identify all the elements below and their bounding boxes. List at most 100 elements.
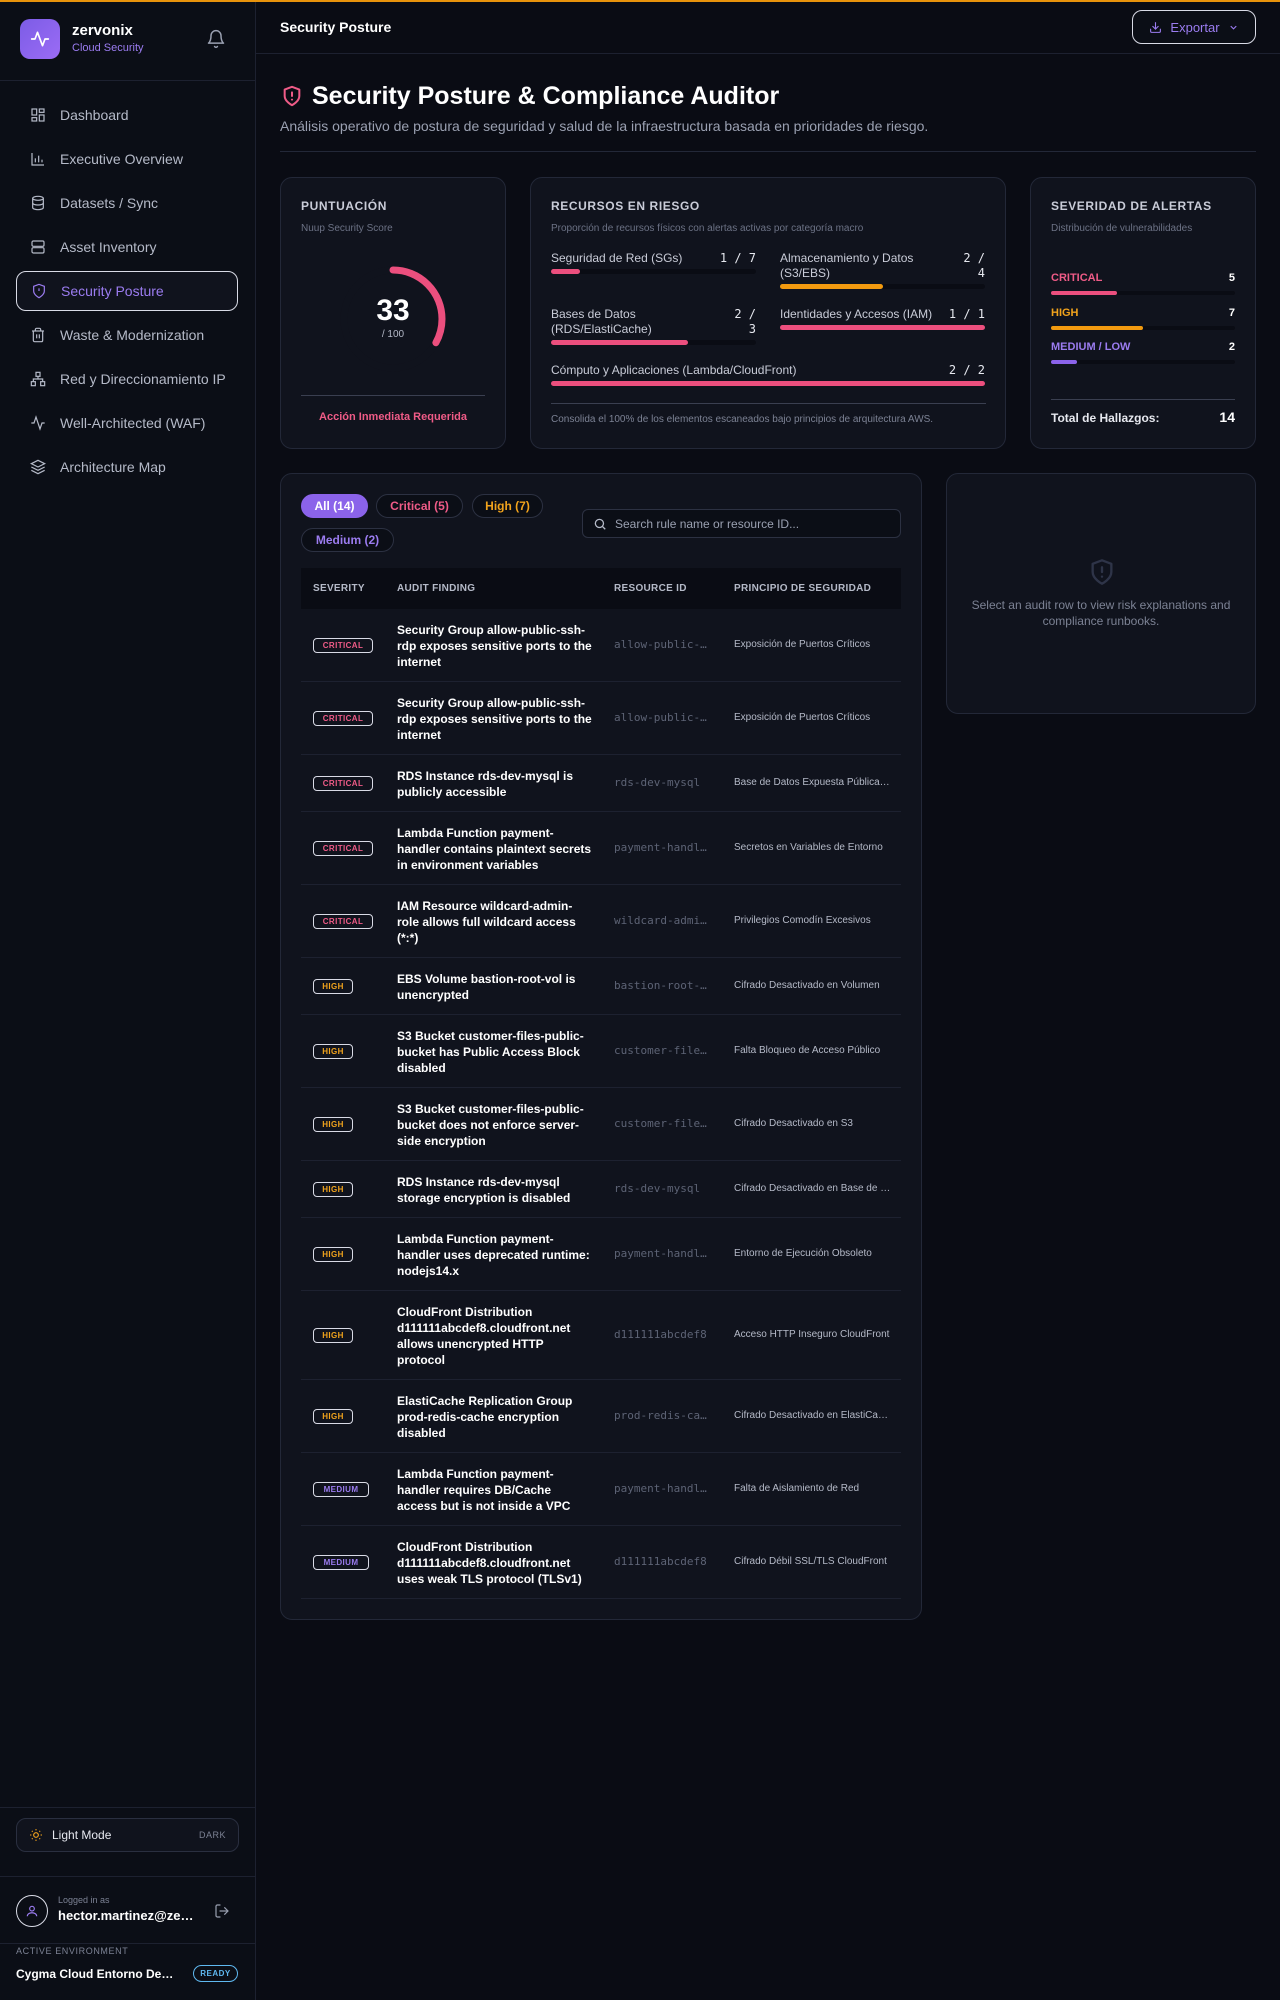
security-principle: Privilegios Comodín Excesivos [734, 915, 871, 926]
score-max: / 100 [381, 329, 405, 340]
logged-in-label: Logged in as [58, 1895, 110, 1905]
security-principle: Cifrado Desactivado en S3 [734, 1118, 853, 1129]
table-row[interactable]: CRITICAL Security Group allow-public-ssh-… [301, 609, 901, 682]
sidebar: zervonix Cloud Security Dashboard Execut… [0, 0, 256, 2000]
resource-id: allow-public-ssh-rdp [614, 638, 709, 651]
layers-icon [30, 459, 46, 475]
findings-table: SEVERITY AUDIT FINDING RESOURCE ID PRINC… [301, 568, 901, 1599]
column-header-audit-finding[interactable]: AUDIT FINDING [397, 583, 475, 594]
audit-finding-text: Security Group allow-public-ssh-rdp expo… [397, 696, 592, 742]
table-row[interactable]: HIGH ElastiCache Replication Group prod-r… [301, 1380, 901, 1453]
resource-label: Cómputo y Aplicaciones (Lambda/CloudFron… [551, 363, 797, 377]
audit-finding-text: Lambda Function payment-handler contains… [397, 826, 592, 872]
severity-row-medium: MEDIUM / LOW 2 [1051, 341, 1235, 364]
table-row[interactable]: CRITICAL Security Group allow-public-ssh-… [301, 682, 901, 755]
sidebar-item-architecture-map[interactable]: Architecture Map [16, 447, 238, 487]
filter-chip-critical[interactable]: Critical (5) [376, 494, 463, 518]
table-body: CRITICAL Security Group allow-public-ssh-… [301, 609, 901, 1599]
resource-item-storage: Almacenamiento y Datos (S3/EBS) 2 / 4 [780, 251, 985, 291]
search-box[interactable] [582, 509, 901, 538]
table-header: SEVERITY AUDIT FINDING RESOURCE ID PRINC… [301, 568, 901, 609]
sidebar-item-label: Executive Overview [60, 151, 183, 167]
severity-bar [1051, 291, 1235, 295]
severity-badge: CRITICAL [313, 841, 373, 856]
notifications-bell-icon[interactable] [206, 29, 226, 49]
severity-badge: CRITICAL [313, 711, 373, 726]
resource-id: payment-handler [614, 841, 709, 854]
resource-label: Seguridad de Red (SGs) [551, 251, 683, 265]
severity-badge: MEDIUM [313, 1555, 369, 1570]
table-row[interactable]: HIGH Lambda Function payment-handler uses… [301, 1218, 901, 1291]
search-input[interactable] [615, 516, 885, 531]
avatar[interactable] [16, 1895, 48, 1927]
score-card-subtitle: Nuup Security Score [301, 223, 393, 234]
column-header-resource-id[interactable]: RESOURCE ID [614, 583, 687, 594]
table-row[interactable]: CRITICAL Lambda Function payment-handler … [301, 812, 901, 885]
sidebar-item-label: Red y Direccionamiento IP [60, 371, 226, 387]
score-card: PUNTUACIÓN Nuup Security Score 33 / 100 … [280, 177, 506, 449]
sidebar-item-security-posture[interactable]: Security Posture [16, 271, 238, 311]
audit-finding-text: Lambda Function payment-handler uses dep… [397, 1232, 590, 1278]
sidebar-item-executive-overview[interactable]: Executive Overview [16, 139, 238, 179]
resource-bar-fill [551, 381, 985, 386]
table-row[interactable]: HIGH S3 Bucket customer-files-public-buck… [301, 1015, 901, 1088]
sidebar-item-datasets-sync[interactable]: Datasets / Sync [16, 183, 238, 223]
audit-finding-text: RDS Instance rds-dev-mysql is publicly a… [397, 769, 574, 799]
theme-toggle[interactable]: Light Mode DARK [16, 1818, 239, 1852]
sidebar-item-red-ip[interactable]: Red y Direccionamiento IP [16, 359, 238, 399]
sidebar-item-asset-inventory[interactable]: Asset Inventory [16, 227, 238, 267]
sidebar-item-well-architected[interactable]: Well-Architected (WAF) [16, 403, 238, 443]
filter-chip-high[interactable]: High (7) [472, 494, 543, 518]
filter-chip-all[interactable]: All (14) [301, 494, 368, 518]
trash-icon [32, 327, 44, 343]
audit-finding-text: CloudFront Distribution d111111abcdef8.c… [397, 1540, 582, 1586]
top-accent-line [0, 0, 1280, 2]
table-row[interactable]: CRITICAL RDS Instance rds-dev-mysql is pu… [301, 755, 901, 812]
export-button[interactable]: Exportar [1132, 10, 1256, 44]
severity-label: CRITICAL [1051, 272, 1103, 284]
table-row[interactable]: HIGH CloudFront Distribution d111111abcde… [301, 1291, 901, 1380]
resource-count: 2 / 3 [734, 307, 756, 336]
download-icon [1150, 21, 1162, 33]
table-row[interactable]: HIGH S3 Bucket customer-files-public-buck… [301, 1088, 901, 1161]
audit-finding-text: IAM Resource wildcard-admin-role allows … [397, 899, 576, 945]
shield-alert-icon [281, 84, 303, 108]
resource-bar [780, 284, 985, 289]
resource-id: d111111abcdef8 [614, 1555, 707, 1568]
score-value: 33 [376, 294, 410, 327]
export-label: Exportar [1170, 19, 1220, 35]
resource-id: allow-public-ssh-rdp [614, 711, 709, 724]
severity-badge: HIGH [313, 1328, 353, 1343]
user-info: Logged in as hector.martinez@zervonix.co… [0, 1876, 256, 1944]
top-header: Security Posture Exportar [256, 2, 1280, 54]
severity-label: MEDIUM / LOW [1051, 341, 1131, 353]
filter-chip-medium[interactable]: Medium (2) [301, 528, 394, 552]
audit-finding-text: Security Group allow-public-ssh-rdp expo… [397, 623, 592, 669]
audit-finding-text: Lambda Function payment-handler requires… [397, 1467, 571, 1513]
security-principle: Cifrado Débil SSL/TLS CloudFront [734, 1556, 887, 1567]
sidebar-item-waste-modernization[interactable]: Waste & Modernization [16, 315, 238, 355]
resource-id: payment-handler [614, 1482, 709, 1495]
resource-bar-fill [551, 340, 688, 345]
column-header-principle[interactable]: PRINCIPIO DE SEGURIDAD [734, 583, 871, 594]
security-principle: Falta de Aislamiento de Red [734, 1483, 860, 1494]
table-row[interactable]: MEDIUM CloudFront Distribution d111111abc… [301, 1526, 901, 1599]
severity-bar-fill [1051, 291, 1117, 295]
resource-bar-fill [780, 284, 883, 289]
resource-bar [551, 269, 756, 274]
table-row[interactable]: MEDIUM Lambda Function payment-handler re… [301, 1453, 901, 1526]
database-icon [32, 195, 44, 211]
logout-icon[interactable] [214, 1903, 230, 1919]
table-row[interactable]: HIGH EBS Volume bastion-root-vol is unenc… [301, 958, 901, 1015]
brand-name: zervonix [72, 22, 133, 39]
brand-logo-icon[interactable] [20, 19, 60, 59]
table-row[interactable]: CRITICAL IAM Resource wildcard-admin-role… [301, 885, 901, 958]
sidebar-item-dashboard[interactable]: Dashboard [16, 95, 238, 135]
severity-badge: CRITICAL [313, 638, 373, 653]
sidebar-item-label: Waste & Modernization [60, 327, 205, 343]
sidebar-nav: Dashboard Executive Overview Datasets / … [16, 95, 238, 491]
table-row[interactable]: HIGH RDS Instance rds-dev-mysql storage e… [301, 1161, 901, 1218]
column-header-severity[interactable]: SEVERITY [313, 583, 365, 594]
resources-card-subtitle: Proporción de recursos físicos con alert… [551, 223, 864, 234]
severity-count: 5 [1228, 272, 1235, 284]
